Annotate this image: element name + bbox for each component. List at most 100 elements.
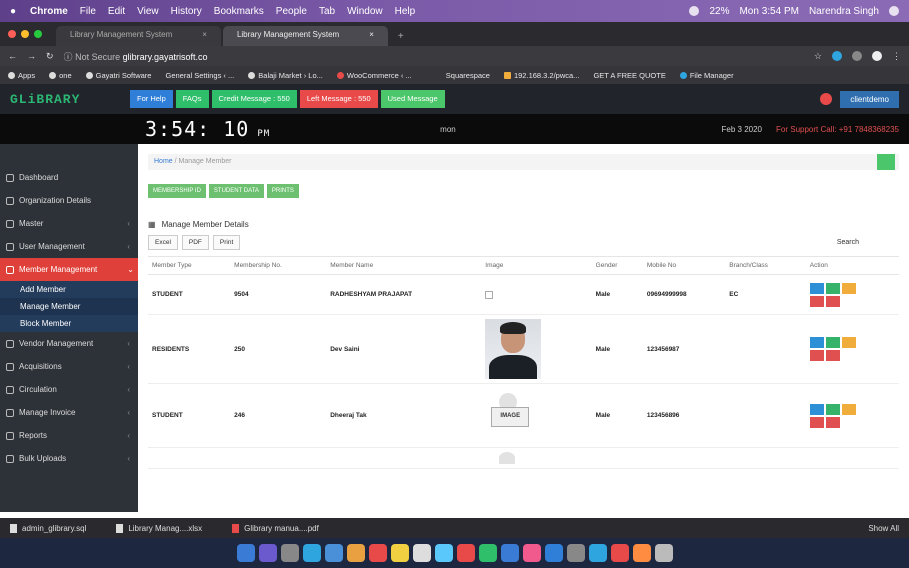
block-member-button[interactable] — [809, 416, 824, 428]
siri-icon[interactable] — [258, 544, 277, 562]
sidebar-item-vendor-management[interactable]: Vendor Management ‹ — [0, 332, 138, 355]
menubar-clock[interactable]: Mon 3:54 PM — [739, 6, 798, 17]
column-header[interactable]: Membership No. — [230, 256, 327, 275]
download-item[interactable]: Library Manag....xlsx — [116, 523, 202, 533]
menubar-user[interactable]: Narendra Singh — [809, 6, 879, 17]
messages-icon[interactable] — [478, 544, 497, 562]
block-member-button[interactable] — [809, 295, 824, 307]
bookmark-one[interactable]: one — [49, 71, 72, 80]
firefox-icon[interactable] — [632, 544, 651, 562]
photos-icon[interactable] — [434, 544, 453, 562]
student-data-button[interactable]: STUDENT DATA — [208, 184, 264, 198]
menu-chrome[interactable]: Chrome — [30, 6, 68, 17]
bookmark-local-ip[interactable]: 192.168.3.2/pwca... — [503, 71, 579, 80]
tab-close-icon[interactable]: × — [202, 30, 207, 39]
sidebar-item-user-management[interactable]: User Management ‹ — [0, 235, 138, 258]
back-icon[interactable]: ← — [8, 51, 17, 61]
column-header[interactable]: Member Name — [326, 256, 482, 275]
skype-icon[interactable] — [588, 544, 607, 562]
appstore-icon[interactable] — [544, 544, 563, 562]
browser-tab-active[interactable]: Library Management System × — [222, 26, 388, 46]
app-logo[interactable]: GLiBRARY — [10, 92, 130, 107]
profile-avatar[interactable] — [872, 50, 882, 61]
delete-member-button[interactable] — [825, 350, 840, 361]
menu-edit[interactable]: Edit — [108, 6, 125, 17]
pdf-button[interactable]: PDF — [181, 235, 209, 250]
prints-button[interactable]: PRINTS — [266, 184, 299, 198]
battery-level[interactable]: 22% — [709, 6, 729, 17]
user-menu-button[interactable]: clientdemo — [840, 90, 899, 108]
maximize-window-icon[interactable] — [34, 30, 42, 38]
view-member-button[interactable] — [809, 337, 824, 348]
used-message-button[interactable]: Used Message — [380, 90, 445, 108]
menu-file[interactable]: File — [80, 6, 96, 17]
column-header[interactable]: Image — [481, 256, 592, 275]
faqs-button[interactable]: FAQs — [175, 90, 209, 108]
new-tab-icon[interactable]: + — [390, 27, 412, 46]
message-member-button[interactable] — [825, 337, 840, 348]
bookmark-file-manager[interactable]: File Manager — [679, 71, 734, 80]
filezilla-icon[interactable] — [610, 544, 629, 562]
launchpad-icon[interactable] — [280, 544, 299, 562]
left-message-button[interactable]: Left Message : 550 — [299, 90, 378, 108]
reload-icon[interactable]: ↻ — [46, 51, 54, 62]
extension-icon[interactable] — [852, 50, 862, 61]
excel-button[interactable]: Excel — [148, 235, 178, 250]
bookmark-gayatri[interactable]: Gayatri Software — [85, 71, 151, 80]
tab-close-icon[interactable]: × — [369, 30, 374, 39]
credit-message-button[interactable]: Credit Message : 550 — [211, 90, 297, 108]
sidebar-item-master[interactable]: Master ‹ — [0, 212, 138, 235]
column-header[interactable]: Member Type — [148, 256, 231, 275]
menu-help[interactable]: Help — [395, 6, 416, 17]
column-header[interactable]: Mobile No — [642, 256, 726, 275]
spotlight-icon[interactable] — [889, 6, 899, 16]
message-member-button[interactable] — [825, 403, 840, 415]
notification-icon[interactable] — [820, 93, 833, 105]
sidebar-item-acquisitions[interactable]: Acquisitions ‹ — [0, 355, 138, 378]
browser-tab[interactable]: Library Management System × — [56, 26, 221, 46]
menu-bookmarks[interactable]: Bookmarks — [214, 6, 264, 17]
close-window-icon[interactable] — [8, 30, 16, 38]
url-field[interactable]: ⓘ Not Secure glibrary.gayatrisoft.co — [64, 50, 804, 63]
menu-view[interactable]: View — [137, 6, 159, 17]
block-member-button[interactable] — [809, 350, 824, 361]
contacts-icon[interactable] — [346, 544, 365, 562]
view-member-button[interactable] — [809, 403, 824, 415]
sidebar-item-circulation[interactable]: Circulation ‹ — [0, 378, 138, 401]
message-member-button[interactable] — [825, 282, 840, 294]
sidebar-item-reports[interactable]: Reports ‹ — [0, 424, 138, 447]
menu-tab[interactable]: Tab — [319, 6, 335, 17]
sidebar-item-manage-invoice[interactable]: Manage Invoice ‹ — [0, 401, 138, 424]
forward-icon[interactable]: → — [27, 51, 36, 61]
download-item[interactable]: Glibrary manua....pdf — [232, 523, 319, 533]
info-icon[interactable]: ⓘ — [64, 52, 73, 62]
trash-icon[interactable] — [654, 544, 673, 562]
facetime-icon[interactable] — [500, 544, 519, 562]
mail-icon[interactable] — [324, 544, 343, 562]
download-item[interactable]: admin_glibrary.sql — [10, 523, 86, 533]
bookmark-star-icon[interactable]: ☆ — [814, 51, 822, 62]
minimize-window-icon[interactable] — [21, 30, 29, 38]
bookmark-balaji[interactable]: Balaji Market › Lo... — [248, 71, 323, 80]
sidebar-subitem-block-member[interactable]: Block Member — [0, 315, 138, 332]
apple-icon[interactable]: ● — [10, 6, 20, 17]
edit-member-button[interactable] — [841, 282, 856, 294]
show-all-button[interactable]: Show All — [868, 524, 899, 533]
delete-member-button[interactable] — [825, 295, 840, 307]
music-icon[interactable] — [522, 544, 541, 562]
edit-member-button[interactable] — [841, 403, 856, 415]
extension-icon[interactable] — [832, 50, 842, 61]
calendar-icon[interactable] — [368, 544, 387, 562]
menu-window[interactable]: Window — [347, 6, 383, 17]
finder-icon[interactable] — [236, 544, 255, 562]
reminders-icon[interactable] — [412, 544, 431, 562]
column-header[interactable]: Gender — [591, 256, 643, 275]
menu-history[interactable]: History — [171, 6, 202, 17]
bookmark-squarespace[interactable]: Squarespace — [446, 71, 490, 80]
view-member-button[interactable] — [809, 282, 824, 294]
bookmark-general-settings[interactable]: General Settings ‹ ... — [165, 71, 234, 80]
add-button[interactable] — [877, 154, 895, 170]
delete-member-button[interactable] — [825, 416, 840, 428]
browser-menu-icon[interactable]: ⋮ — [892, 51, 901, 62]
edit-member-button[interactable] — [841, 337, 856, 348]
